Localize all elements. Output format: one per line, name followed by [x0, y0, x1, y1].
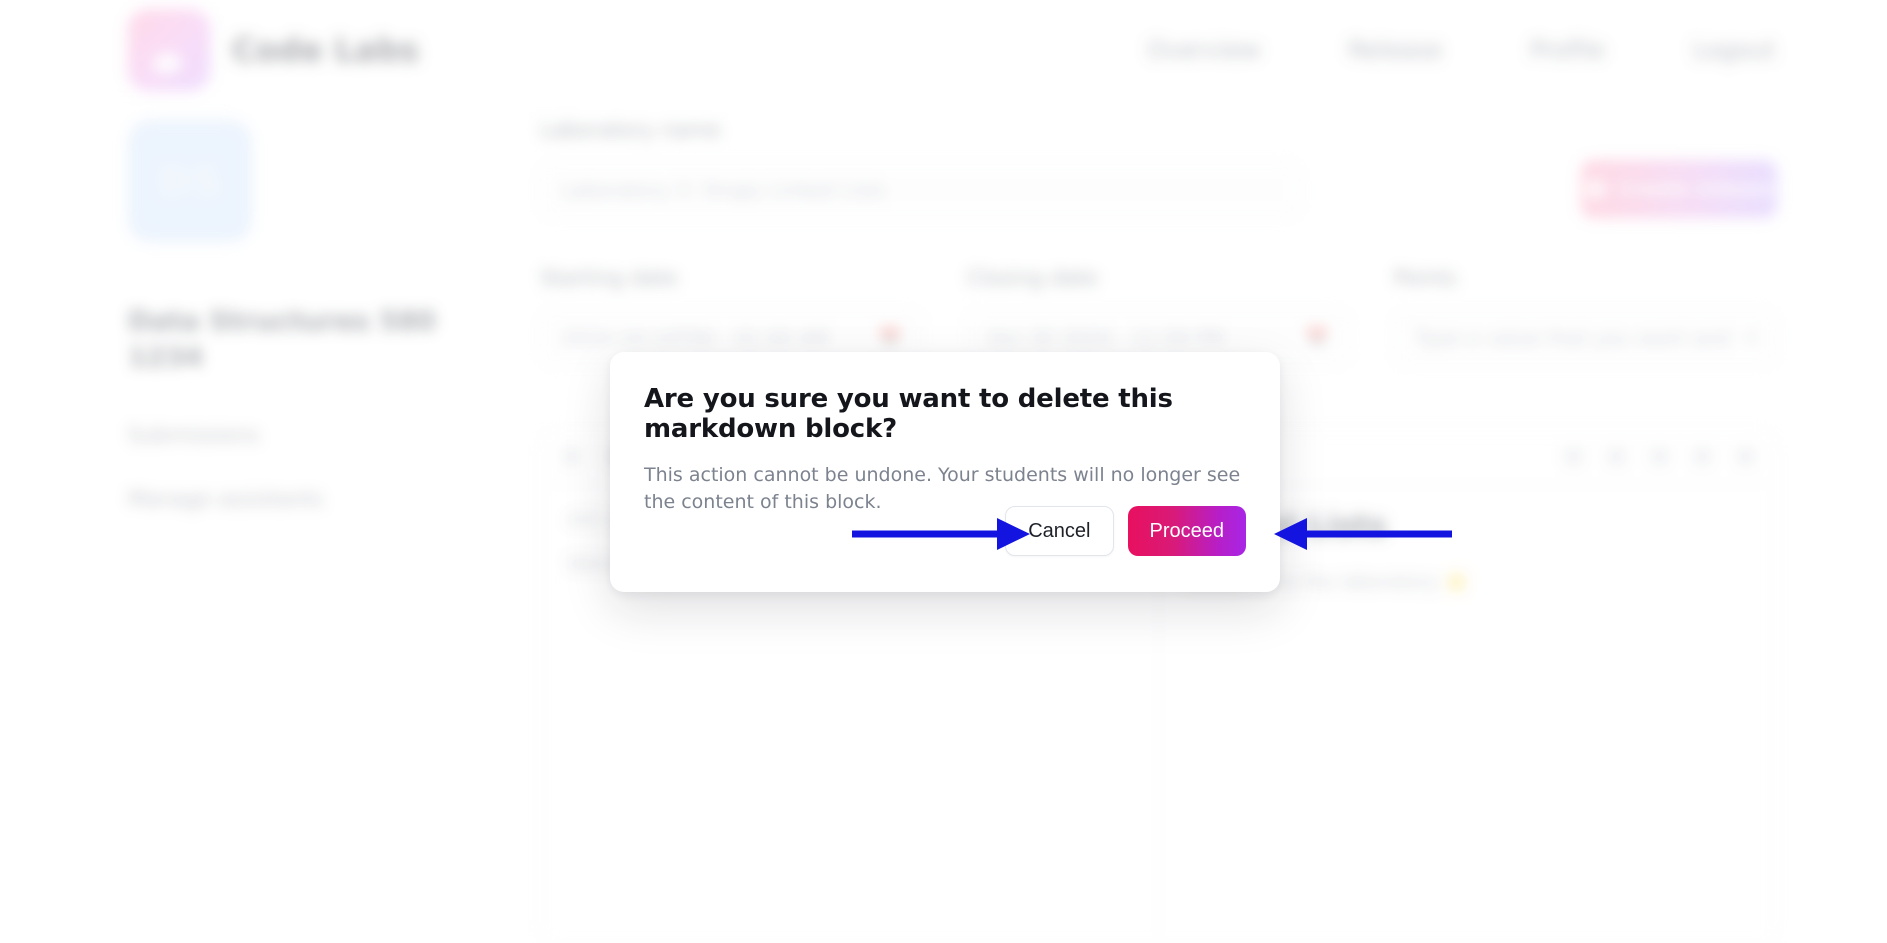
cancel-button[interactable]: Cancel — [1005, 506, 1114, 556]
app-root: Code Labs Overview Release Profile Logou… — [0, 0, 1887, 943]
dialog-title: Are you sure you want to delete this mar… — [644, 384, 1173, 444]
delete-confirmation-dialog: Are you sure you want to delete this mar… — [610, 352, 1280, 592]
proceed-button[interactable]: Proceed — [1127, 506, 1246, 556]
dialog-actions: Cancel Proceed — [1005, 506, 1246, 556]
